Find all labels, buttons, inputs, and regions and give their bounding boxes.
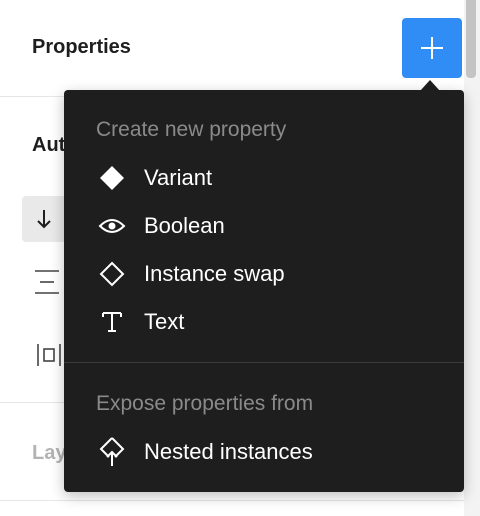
properties-title: Properties bbox=[32, 36, 131, 58]
menu-item-label: Boolean bbox=[144, 213, 225, 238]
menu-item-variant[interactable]: Variant bbox=[64, 154, 464, 202]
eye-icon bbox=[64, 216, 144, 236]
menu-item-label: Nested instances bbox=[144, 439, 313, 464]
menu-item-text[interactable]: Text bbox=[64, 298, 464, 346]
menu-separator bbox=[64, 362, 464, 363]
text-icon bbox=[64, 310, 144, 334]
create-property-heading: Create new property bbox=[96, 118, 287, 141]
expose-properties-heading: Expose properties from bbox=[96, 392, 314, 415]
spacing-vertical-icon bbox=[35, 270, 59, 294]
diamond-outline-icon bbox=[64, 261, 144, 287]
menu-item-boolean[interactable]: Boolean bbox=[64, 202, 464, 250]
create-property-menu: Create new property Variant Boolean Inst… bbox=[64, 90, 464, 492]
padding-horizontal-icon bbox=[37, 344, 61, 366]
menu-item-label: Variant bbox=[144, 165, 213, 190]
menu-item-label: Text bbox=[144, 309, 185, 334]
plus-icon bbox=[421, 37, 443, 59]
section-divider bbox=[0, 500, 464, 501]
arrow-down-icon bbox=[37, 210, 51, 229]
vertical-spacing-button[interactable] bbox=[30, 264, 64, 300]
auto-layout-title: Aut bbox=[32, 134, 66, 156]
nested-instance-icon bbox=[64, 436, 144, 468]
diamond-filled-icon bbox=[64, 165, 144, 191]
menu-item-instance-swap[interactable]: Instance swap bbox=[64, 250, 464, 298]
layer-title: Lay bbox=[32, 442, 67, 464]
menu-item-nested-instances[interactable]: Nested instances bbox=[64, 428, 464, 476]
direction-vertical-button[interactable] bbox=[22, 196, 66, 242]
add-property-button[interactable] bbox=[402, 18, 462, 78]
menu-item-label: Instance swap bbox=[144, 261, 285, 286]
scrollbar-thumb[interactable] bbox=[466, 0, 476, 78]
padding-button[interactable] bbox=[32, 338, 66, 372]
